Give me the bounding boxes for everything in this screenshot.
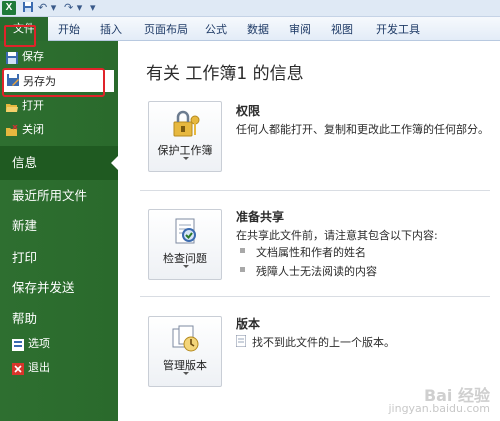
nav-close[interactable]: 关闭 <box>6 120 44 140</box>
nav-open[interactable]: 打开 <box>6 96 44 116</box>
bullet-icon <box>240 248 245 253</box>
save-icon <box>6 51 18 64</box>
nav-save-label: 保存 <box>22 50 44 63</box>
watermark-url: jingyan.baidu.com <box>388 402 490 415</box>
prepare-heading: 准备共享 <box>236 210 285 224</box>
redo-icon[interactable]: ↷ ▾ <box>64 1 82 15</box>
undo-icon[interactable]: ↶ ▾ <box>38 1 56 15</box>
protect-workbook-label: 保护工作簿 <box>157 144 213 157</box>
annotation-file-tab-highlight <box>4 25 36 47</box>
manage-versions-label: 管理版本 <box>163 359 207 372</box>
nav-info[interactable]: 信息 <box>0 146 119 180</box>
nav-exit[interactable]: 退出 <box>12 358 50 378</box>
permissions-heading: 权限 <box>236 104 261 118</box>
excel-app-icon[interactable]: X <box>2 1 16 15</box>
page-title: 有关 工作簿1 的信息 <box>146 64 304 84</box>
tab-developer[interactable]: 开发工具 <box>372 20 424 40</box>
nav-close-label: 关闭 <box>22 123 44 136</box>
close-folder-icon <box>6 124 18 136</box>
versions-text: 找不到此文件的上一个版本。 <box>252 336 395 349</box>
nav-exit-label: 退出 <box>28 361 50 374</box>
nav-info-label: 信息 <box>12 155 38 170</box>
nav-help[interactable]: 帮助 <box>12 306 37 332</box>
dropdown-caret-icon <box>183 157 189 160</box>
customize-quick-access-icon[interactable]: ▾ <box>90 1 96 15</box>
open-folder-icon <box>6 100 18 112</box>
nav-open-label: 打开 <box>22 99 44 112</box>
info-panel: 有关 工作簿1 的信息 保护工作簿 权限 任何人都能打开、复制和更改此工作簿的任… <box>118 41 500 421</box>
nav-save-send[interactable]: 保存并发送 <box>12 275 75 301</box>
check-for-issues-label: 检查问题 <box>163 252 207 265</box>
bullet-icon <box>240 267 245 272</box>
watermark-brand: Bai 经验 <box>423 386 490 405</box>
prepare-text: 在共享此文件前，请注意其包含以下内容: <box>236 229 438 242</box>
watermark: Bai 经验 jingyan.baidu.com <box>388 386 490 416</box>
tab-data[interactable]: 数据 <box>245 20 271 40</box>
section-divider <box>140 296 490 297</box>
title-bar: X ↶ ▾ ↷ ▾ ▾ <box>0 0 500 17</box>
versions-heading: 版本 <box>236 317 261 331</box>
section-divider <box>140 190 490 191</box>
nav-save[interactable]: 保存 <box>6 47 44 67</box>
manage-versions-icon <box>170 323 202 355</box>
dropdown-caret-icon <box>183 265 189 268</box>
nav-recent[interactable]: 最近所用文件 <box>12 183 87 209</box>
version-document-icon <box>235 334 247 350</box>
nav-new[interactable]: 新建 <box>12 213 37 239</box>
tab-formulas[interactable]: 公式 <box>203 20 229 40</box>
nav-options-label: 选项 <box>28 337 50 350</box>
nav-print[interactable]: 打印 <box>12 245 37 271</box>
manage-versions-button[interactable]: 管理版本 <box>148 316 222 387</box>
tab-view[interactable]: 视图 <box>329 20 355 40</box>
prepare-item: 残障人士无法阅读的内容 <box>256 265 377 278</box>
versions-row: 找不到此文件的上一个版本。 <box>235 334 395 350</box>
tab-review[interactable]: 审阅 <box>287 20 313 40</box>
prepare-item: 文档属性和作者的姓名 <box>256 246 366 259</box>
nav-options[interactable]: 选项 <box>12 334 50 354</box>
ribbon-tab-bar: 文件 开始 插入 页面布局 公式 数据 审阅 视图 开发工具 <box>0 17 500 41</box>
save-quick-icon[interactable] <box>22 1 34 15</box>
backstage-nav: 保存 另存为 打开 关闭 信息 最近所用文件 新建 打印 保存并发送 帮助 选项 <box>0 41 119 421</box>
tab-home[interactable]: 开始 <box>56 20 82 40</box>
annotation-save-as-highlight <box>2 68 105 97</box>
tab-page-layout[interactable]: 页面布局 <box>140 20 192 40</box>
exit-icon <box>12 362 24 375</box>
inspect-document-icon <box>170 216 202 248</box>
lock-key-icon <box>170 108 202 140</box>
permissions-text: 任何人都能打开、复制和更改此工作簿的任何部分。 <box>236 123 489 136</box>
options-icon <box>12 338 24 351</box>
tab-insert[interactable]: 插入 <box>98 20 124 40</box>
protect-workbook-button[interactable]: 保护工作簿 <box>148 101 222 172</box>
dropdown-caret-icon <box>183 372 189 375</box>
check-for-issues-button[interactable]: 检查问题 <box>148 209 222 280</box>
